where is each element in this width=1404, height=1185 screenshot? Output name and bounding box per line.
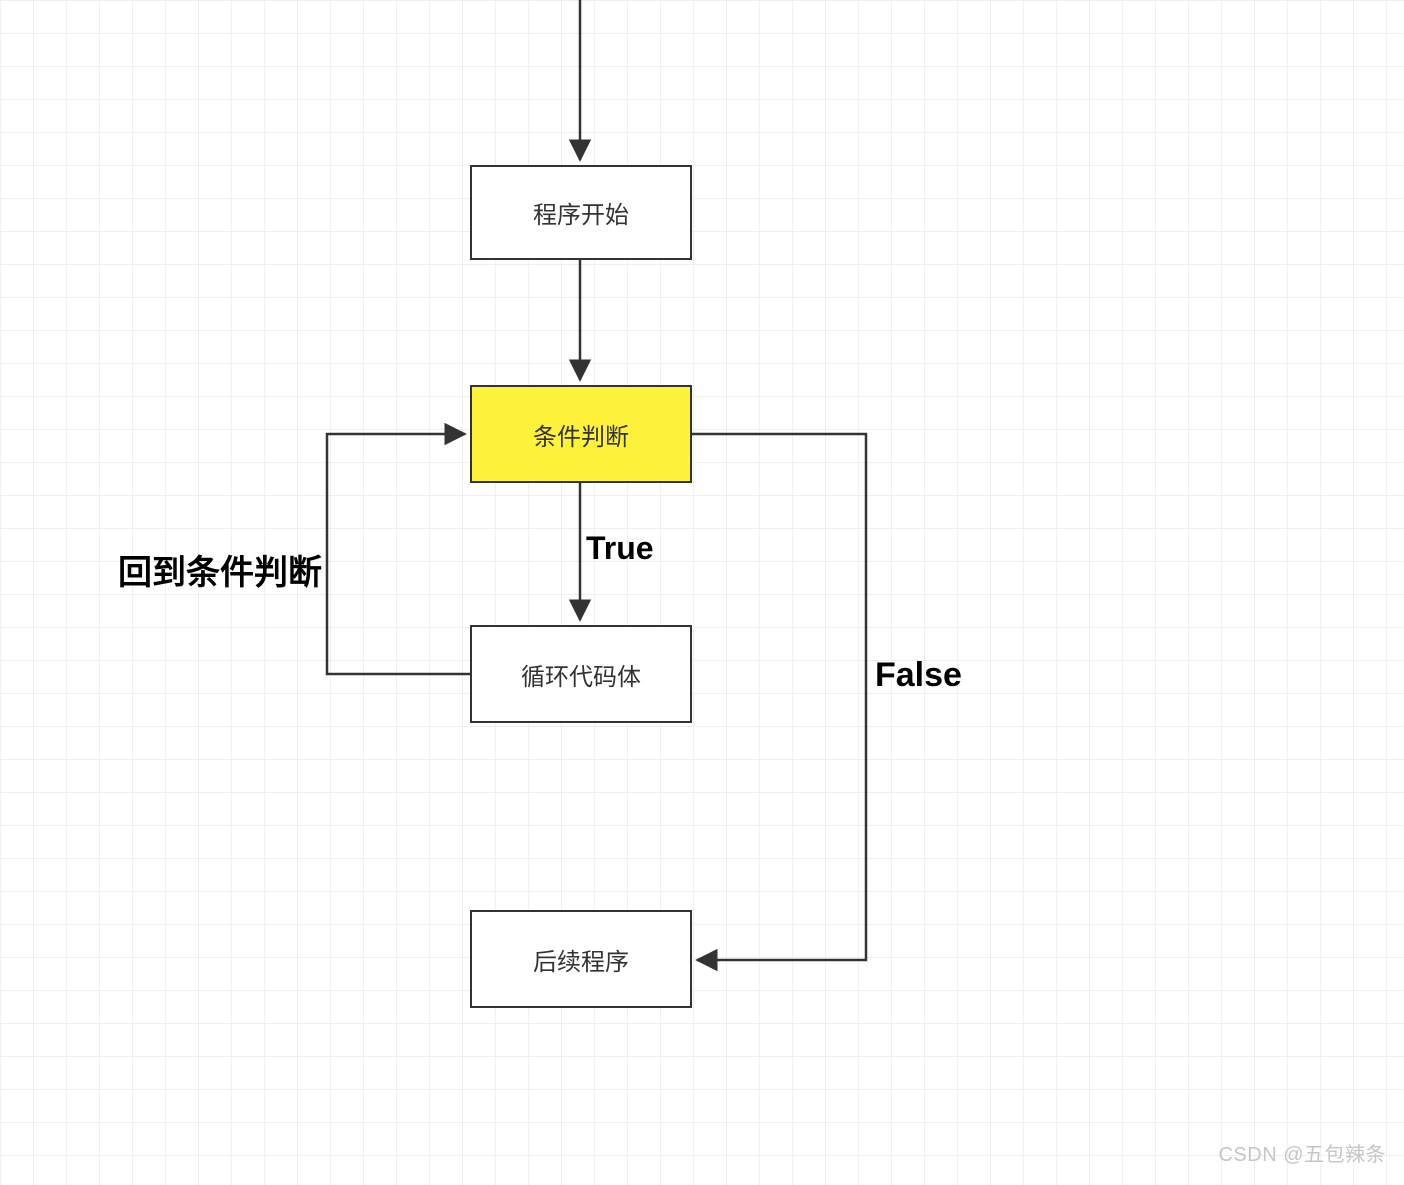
label-back: 回到条件判断 [118, 545, 322, 594]
arrow-loop-to-cond [327, 434, 470, 674]
node-after-text: 后续程序 [533, 942, 629, 977]
arrow-cond-to-after [692, 434, 866, 960]
label-false: False [875, 656, 962, 695]
node-loop-body: 循环代码体 [470, 625, 692, 723]
label-true: True [586, 530, 654, 567]
watermark: CSDN @五包辣条 [1218, 1138, 1386, 1167]
node-condition: 条件判断 [470, 385, 692, 483]
node-loop-body-text: 循环代码体 [521, 657, 641, 692]
node-start: 程序开始 [470, 165, 692, 260]
node-start-text: 程序开始 [533, 195, 629, 230]
node-condition-text: 条件判断 [533, 417, 629, 452]
node-after: 后续程序 [470, 910, 692, 1008]
